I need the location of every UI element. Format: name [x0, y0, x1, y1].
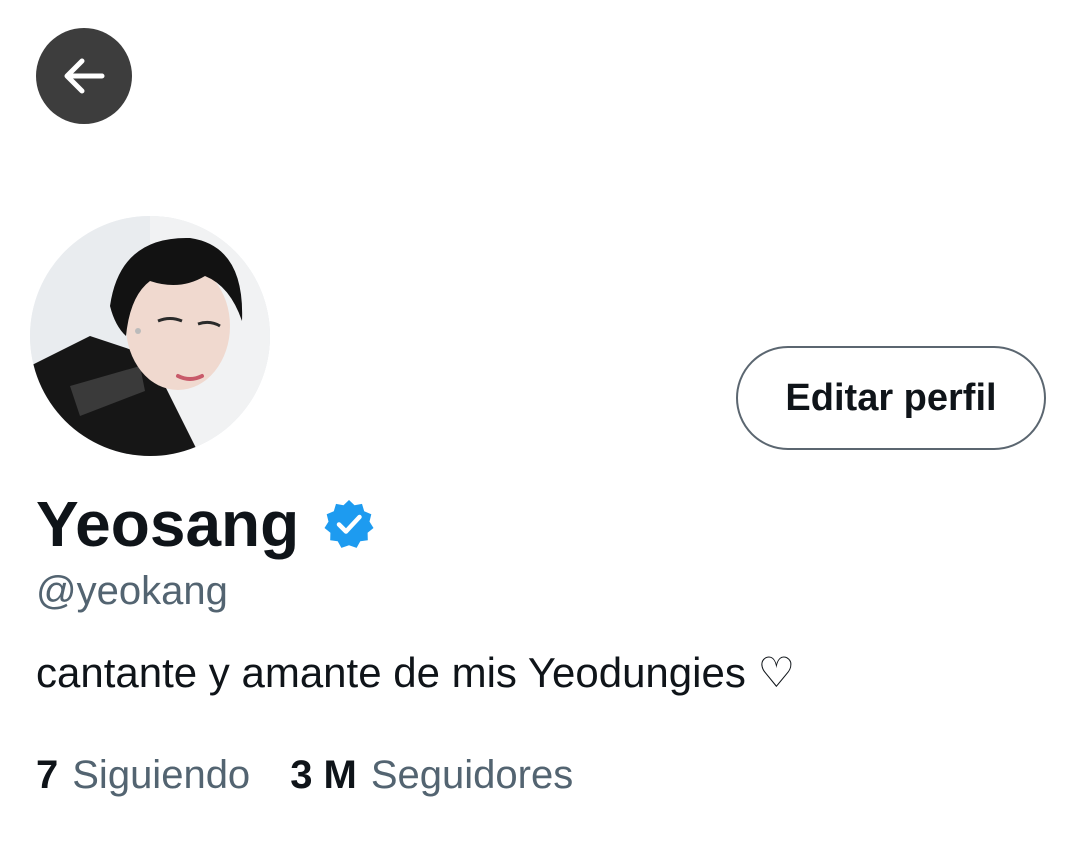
avatar-image: [30, 216, 270, 456]
name-row: Yeosang: [36, 488, 375, 560]
verified-badge-icon: [324, 500, 374, 548]
profile-stats: 7 Siguiendo 3 M Seguidores: [36, 750, 573, 800]
following-link[interactable]: 7 Siguiendo: [36, 750, 250, 800]
followers-label: Seguidores: [370, 753, 574, 797]
following-label: Siguiendo: [72, 753, 251, 797]
user-handle: @yeokang: [36, 569, 228, 613]
followers-count: 3 M: [290, 753, 357, 797]
profile-bio: cantante y amante de mis Yeodungies ♡: [36, 649, 796, 696]
edit-profile-button[interactable]: Editar perfil: [736, 346, 1046, 450]
arrow-left-icon: [64, 58, 105, 94]
display-name: Yeosang: [36, 488, 300, 560]
back-button[interactable]: [36, 28, 132, 124]
profile-screen: Editar perfil Yeosang @yeokang cantante …: [0, 0, 1079, 842]
following-count: 7: [36, 753, 59, 797]
avatar[interactable]: [30, 216, 270, 456]
followers-link[interactable]: 3 M Seguidores: [290, 750, 573, 800]
